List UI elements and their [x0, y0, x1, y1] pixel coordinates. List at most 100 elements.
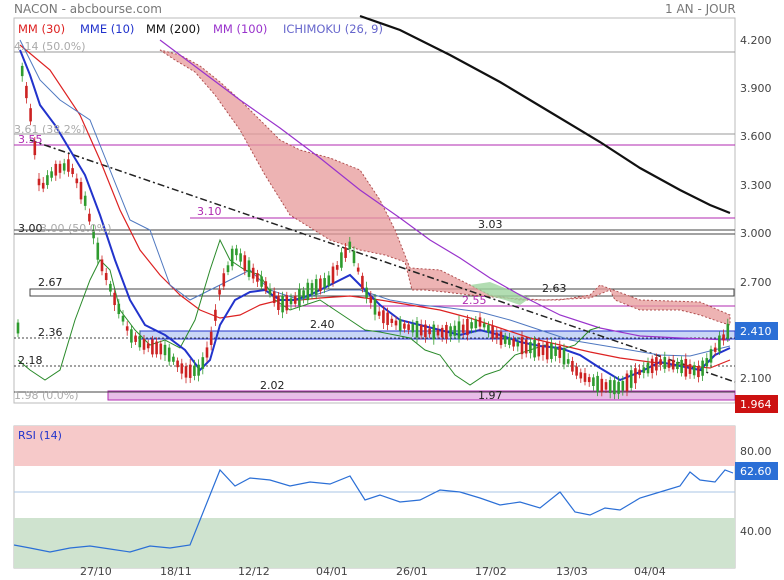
- y-tick-0: 4.200: [740, 34, 772, 47]
- candle-body: [298, 288, 301, 306]
- level-label-263: 2.63: [542, 282, 567, 295]
- level-labels: 4.14 (50.0%) 3.61 (38.2%) 3.55 3.10 3.03…: [14, 40, 567, 402]
- candle-body: [571, 360, 574, 372]
- candle-body: [440, 327, 444, 338]
- candle-body: [516, 342, 520, 347]
- candle-body: [264, 281, 268, 291]
- candle-body: [356, 267, 360, 272]
- candle-body: [428, 328, 431, 335]
- candle-body: [37, 178, 41, 186]
- candle-body: [407, 324, 410, 330]
- x-tick-7: 04/04: [634, 565, 666, 578]
- level-label-267: 2.67: [38, 276, 63, 289]
- candle-body: [566, 359, 570, 364]
- candle-body: [449, 326, 452, 337]
- candle-body: [146, 343, 150, 349]
- mm200-line: [359, 14, 731, 215]
- candle-body: [512, 338, 515, 347]
- candle-body: [201, 357, 205, 369]
- candle-body: [348, 241, 352, 250]
- candle-body: [726, 323, 730, 339]
- candle-body: [58, 163, 62, 173]
- candle-body: [230, 248, 234, 267]
- candle-body: [188, 364, 192, 378]
- candle-body: [83, 195, 87, 206]
- candle-body: [319, 278, 322, 292]
- candle-body: [617, 381, 620, 394]
- candle-body: [25, 85, 28, 99]
- chart-container: NACON - abcbourse.com 1 AN - JOUR MM (30…: [0, 0, 784, 580]
- candle-body: [46, 175, 49, 186]
- candle-body: [340, 252, 343, 268]
- chart-svg: 4.14 (50.0%) 3.61 (38.2%) 3.55 3.10 3.03…: [13, 14, 778, 578]
- rsi-last-label: 62.60: [740, 465, 772, 478]
- candle-body: [335, 265, 339, 270]
- candle-body: [155, 341, 158, 355]
- candle-body: [554, 347, 557, 356]
- level-label-300: 3.00: [18, 222, 43, 235]
- candle-body: [545, 342, 549, 360]
- candle-body: [453, 325, 457, 336]
- candle-body: [470, 322, 473, 329]
- candle-body: [104, 273, 108, 281]
- candle-body: [373, 298, 377, 315]
- candle-body: [503, 335, 507, 344]
- level-label-310: 3.10: [197, 205, 222, 218]
- candle-body: [541, 345, 545, 356]
- x-tick-3: 04/01: [316, 565, 348, 578]
- candle-body: [88, 213, 91, 222]
- candle-body: [323, 278, 326, 288]
- candle-body: [604, 382, 608, 390]
- candle-body: [722, 334, 725, 341]
- candle-body: [613, 380, 616, 395]
- y-tick-7: 2.100: [740, 372, 772, 385]
- x-tick-2: 12/12: [238, 565, 270, 578]
- candle-body: [642, 367, 646, 373]
- candle-body: [646, 362, 650, 374]
- candle-body: [100, 259, 104, 272]
- candle-body: [524, 339, 528, 354]
- candle-body: [680, 359, 683, 374]
- candle-body: [692, 365, 696, 376]
- candle-body: [361, 275, 364, 289]
- candle-body: [180, 363, 184, 374]
- candle-body: [302, 290, 305, 299]
- candle-body: [432, 324, 436, 340]
- candle-body: [461, 324, 465, 333]
- candle-body: [705, 358, 709, 366]
- y-tick-5: 2.700: [740, 276, 772, 289]
- candle-body: [285, 295, 289, 311]
- low-price-label: 1.964: [740, 398, 772, 411]
- rsi-oversold-zone: [14, 518, 735, 568]
- candle-body: [550, 343, 553, 359]
- candle-body: [655, 357, 658, 371]
- candle-body: [260, 276, 263, 287]
- candle-body: [667, 359, 671, 368]
- candle-body: [197, 364, 200, 376]
- candle-body: [310, 283, 314, 295]
- ichimoku-cloud-bearish: [159, 49, 731, 326]
- candle-body: [520, 336, 524, 355]
- last-price-label: 2.410: [740, 325, 772, 338]
- candle-body: [251, 267, 255, 279]
- candle-body: [701, 360, 704, 376]
- candle-body: [159, 343, 163, 355]
- candle-body: [415, 321, 419, 338]
- rsi-tick-80: 80.00: [740, 445, 772, 458]
- candle-body: [125, 326, 129, 331]
- candle-body: [592, 377, 595, 386]
- rsi-overbought-zone: [14, 426, 735, 466]
- candle-body: [419, 324, 423, 336]
- candle-body: [638, 369, 641, 375]
- candle-body: [558, 346, 562, 358]
- level-label-355: 3.55: [18, 133, 43, 146]
- candle-body: [478, 317, 482, 327]
- candle-body: [634, 368, 637, 384]
- x-tick-0: 27/10: [80, 565, 112, 578]
- candle-body: [71, 168, 74, 175]
- candle-body: [625, 373, 629, 392]
- candle-body: [537, 342, 541, 357]
- candle-body: [184, 366, 188, 378]
- candle-body: [495, 332, 499, 339]
- candle-body: [394, 320, 398, 326]
